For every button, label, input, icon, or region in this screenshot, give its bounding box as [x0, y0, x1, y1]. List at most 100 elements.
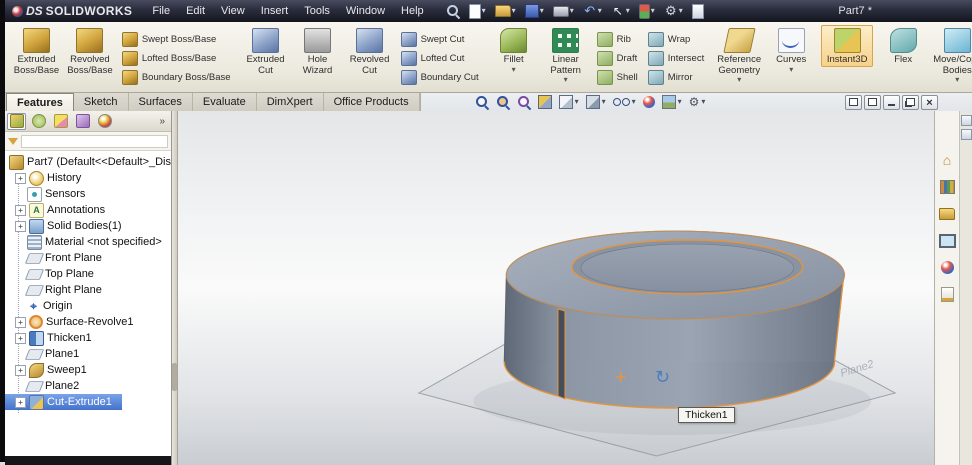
fillet-button[interactable]: Fillet▾ — [488, 25, 540, 75]
tree-item-surface-revolve1[interactable]: +Surface-Revolve1 — [5, 314, 171, 330]
expander-icon[interactable]: + — [15, 173, 26, 184]
design-library-button[interactable] — [937, 178, 957, 195]
file-explorer-button[interactable] — [937, 205, 957, 222]
tree-item-sweep1[interactable]: +Sweep1 — [5, 362, 171, 378]
tree-item-cut-extrude1[interactable]: +Cut-Extrude1 — [5, 394, 122, 410]
wrap-button[interactable]: Wrap — [646, 31, 706, 48]
solidworks-resources-button[interactable] — [937, 151, 957, 168]
tree-item-plane2[interactable]: Plane2 — [5, 378, 171, 394]
propertymanager-tab[interactable] — [29, 113, 48, 130]
window-minimize-button[interactable] — [883, 95, 900, 110]
tab-office-products[interactable]: Office Products — [324, 93, 420, 111]
shell-button[interactable]: Shell — [595, 69, 640, 86]
new-document-button[interactable]: ▾ — [467, 3, 488, 20]
menu-help[interactable]: Help — [393, 2, 432, 20]
swept-cut-button[interactable]: Swept Cut — [399, 31, 481, 48]
boundary-boss-base-button[interactable]: Boundary Boss/Base — [120, 69, 233, 86]
menu-tools[interactable]: Tools — [296, 2, 338, 20]
tree-item-part7-root[interactable]: Part7 (Default<<Default>_Disp — [5, 154, 171, 170]
zoom-to-fit-button[interactable] — [475, 95, 489, 109]
tree-item-solid-bodies-1[interactable]: +Solid Bodies(1) — [5, 218, 171, 234]
linear-pattern-button[interactable]: Linear Pattern▾ — [540, 25, 592, 85]
window-restore-button[interactable] — [902, 95, 919, 110]
appearances-scenes-button[interactable] — [937, 259, 957, 276]
extruded-boss-base-button[interactable]: Extruded Boss/Base — [10, 25, 63, 77]
expander-icon[interactable]: + — [15, 317, 26, 328]
options-button[interactable]: ▾ — [662, 3, 685, 19]
model-3d-view[interactable]: ↻ — [178, 111, 934, 465]
menu-edit[interactable]: Edit — [178, 2, 213, 20]
hide-show-items-button[interactable]: ▾ — [613, 98, 636, 106]
window-new-button[interactable] — [845, 95, 862, 110]
tree-item-top-plane[interactable]: Top Plane — [5, 266, 171, 282]
split-pane-vertical-icon[interactable] — [961, 129, 972, 140]
dimxpertmanager-tab[interactable] — [73, 113, 92, 130]
tree-item-material-not-specified[interactable]: Material <not specified> — [5, 234, 171, 250]
revolved-cut-button[interactable]: Revolved Cut — [344, 25, 396, 77]
window-cascade-button[interactable] — [864, 95, 881, 110]
tab-dimxpert[interactable]: DimXpert — [257, 93, 324, 111]
split-pane-horizontal-icon[interactable] — [961, 115, 972, 126]
undo-button[interactable]: ▾ — [581, 3, 604, 19]
model-recess-face[interactable] — [581, 244, 794, 292]
expander-icon[interactable]: + — [15, 205, 26, 216]
expander-icon[interactable]: + — [15, 221, 26, 232]
rib-button[interactable]: Rib — [595, 31, 640, 48]
view-settings-button[interactable]: ▾ — [689, 93, 706, 111]
rebuild-button[interactable]: ▾ — [637, 3, 657, 20]
tree-filter-input[interactable] — [21, 135, 168, 148]
configurationmanager-tab[interactable] — [51, 113, 70, 130]
tree-item-history[interactable]: +History — [5, 170, 171, 186]
expander-icon[interactable]: + — [15, 333, 26, 344]
tab-sketch[interactable]: Sketch — [74, 93, 129, 111]
expander-icon[interactable]: + — [15, 365, 26, 376]
reference-geometry-button[interactable]: Reference Geometry▾ — [713, 25, 765, 85]
edit-appearance-button[interactable] — [643, 96, 655, 108]
tree-item-plane1[interactable]: Plane1 — [5, 346, 171, 362]
displaymanager-tab[interactable] — [95, 113, 114, 130]
tab-surfaces[interactable]: Surfaces — [129, 93, 193, 111]
tab-features[interactable]: Features — [6, 93, 74, 111]
tree-item-annotations[interactable]: +Annotations — [5, 202, 171, 218]
print-button[interactable]: ▾ — [551, 5, 576, 18]
move-copy-bodies-button[interactable]: Move/Copy Bodies▾ — [929, 25, 972, 85]
save-button[interactable]: ▾ — [523, 3, 546, 19]
menu-view[interactable]: View — [213, 2, 253, 20]
menu-window[interactable]: Window — [338, 2, 393, 20]
hole-wizard-button[interactable]: Hole Wizard — [292, 25, 344, 77]
display-style-button[interactable]: ▾ — [586, 95, 606, 109]
custom-properties-button[interactable] — [937, 286, 957, 303]
tree-item-right-plane[interactable]: Right Plane — [5, 282, 171, 298]
file-properties-button[interactable] — [690, 3, 706, 20]
featuremanager-tree-tab[interactable] — [7, 113, 26, 130]
section-view-button[interactable] — [538, 95, 552, 109]
menu-insert[interactable]: Insert — [253, 2, 297, 20]
revolved-boss-base-button[interactable]: Revolved Boss/Base — [63, 25, 117, 77]
select-button[interactable]: ▾ — [609, 3, 632, 19]
tree-item-origin[interactable]: Origin — [5, 298, 171, 314]
search-button[interactable] — [444, 3, 462, 19]
expander-icon[interactable]: + — [15, 397, 26, 408]
tree-item-sensors[interactable]: Sensors — [5, 186, 171, 202]
boundary-cut-button[interactable]: Boundary Cut — [399, 69, 481, 86]
previous-view-button[interactable] — [517, 95, 531, 109]
flex-button[interactable]: Flex — [877, 25, 929, 67]
tree-item-front-plane[interactable]: Front Plane — [5, 250, 171, 266]
tree-item-thicken1[interactable]: +Thicken1 — [5, 330, 171, 346]
lofted-boss-base-button[interactable]: Lofted Boss/Base — [120, 50, 233, 67]
instant3d-button[interactable]: Instant3D — [821, 25, 873, 67]
curves-button[interactable]: Curves▾ — [765, 25, 817, 75]
view-orientation-button[interactable]: ▾ — [559, 95, 579, 109]
extruded-cut-button[interactable]: Extruded Cut — [240, 25, 292, 77]
cut-extrude-slot[interactable] — [558, 309, 565, 399]
view-palette-button[interactable] — [937, 232, 957, 249]
open-document-button[interactable]: ▾ — [493, 4, 518, 18]
mirror-button[interactable]: Mirror — [646, 69, 706, 86]
window-close-button[interactable] — [921, 95, 938, 110]
tab-evaluate[interactable]: Evaluate — [193, 93, 257, 111]
apply-scene-button[interactable]: ▾ — [662, 95, 682, 109]
zoom-to-area-button[interactable] — [496, 95, 510, 109]
swept-boss-base-button[interactable]: Swept Boss/Base — [120, 31, 233, 48]
tab-strip-overflow[interactable]: » — [159, 116, 169, 127]
graphics-viewport[interactable]: ↻ Thicken1 Plane2 — [178, 111, 934, 465]
